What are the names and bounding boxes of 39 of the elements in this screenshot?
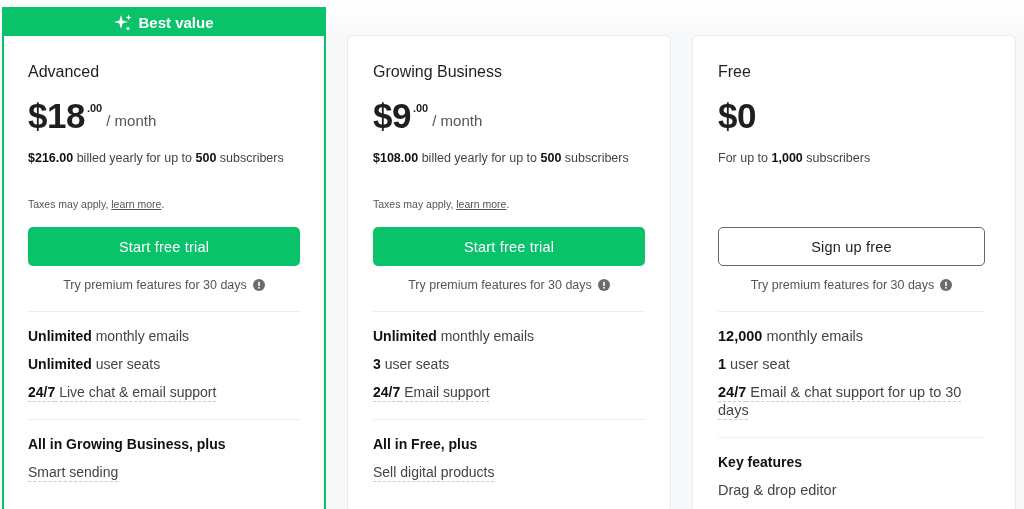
feature-text: Unlimited user seats [28,355,161,373]
section-heading: All in Free, plus [373,435,479,453]
info-icon [940,279,953,291]
feature-text: Unlimited monthly emails [28,327,190,345]
price-amount: $0 [718,97,756,135]
feature-text: 24/7 Email support [373,383,490,401]
price-cents: .00 [86,101,103,115]
price-cents: .00 [412,101,429,115]
section-heading: Key features [718,453,804,471]
feature-text: Sell digital products [373,463,495,481]
price-period: / month [106,112,157,130]
price-amount: $9 [373,97,411,135]
feature-text: 3 user seats [373,355,450,373]
info-icon [597,279,610,291]
feature-text: 24/7 Email & chat support for up to 30 days [718,383,963,419]
tax-note: Taxes may apply, learn more. [373,197,511,211]
feature-text: Smart sending [28,463,119,481]
price-period: / month [432,112,483,130]
feature-text: 24/7 Live chat & email support [28,383,217,401]
trial-note: Try premium features for 30 days [750,277,935,293]
trial-note: Try premium features for 30 days [63,277,247,293]
billing-text: $216.00 billed yearly for up to 500 subscribers [28,150,285,167]
plan-name: Free [718,62,752,82]
sparkle-icon [114,13,133,32]
section-heading: All in Growing Business, plus [28,435,227,453]
feature-text: 12,000 monthly emails [718,327,864,345]
tax-note: Taxes may apply, learn more. [28,197,166,211]
plan-name: Growing Business [373,62,503,82]
trial-note: Try premium features for 30 days [408,277,592,293]
billing-text: For up to 1,000 subscribers [718,150,872,167]
feature-text: Drag & drop editor [718,481,837,499]
billing-text: $108.00 billed yearly for up to 500 subscribers [373,150,630,167]
badge-label: Best value [138,13,214,32]
info-icon [252,279,265,291]
plan-name: Advanced [28,62,101,82]
price-amount: $18 [28,97,85,135]
feature-text: Unlimited monthly emails [373,327,535,345]
sign-up-button[interactable]: Sign up free [718,227,985,266]
feature-text: 1 user seat [718,355,790,373]
